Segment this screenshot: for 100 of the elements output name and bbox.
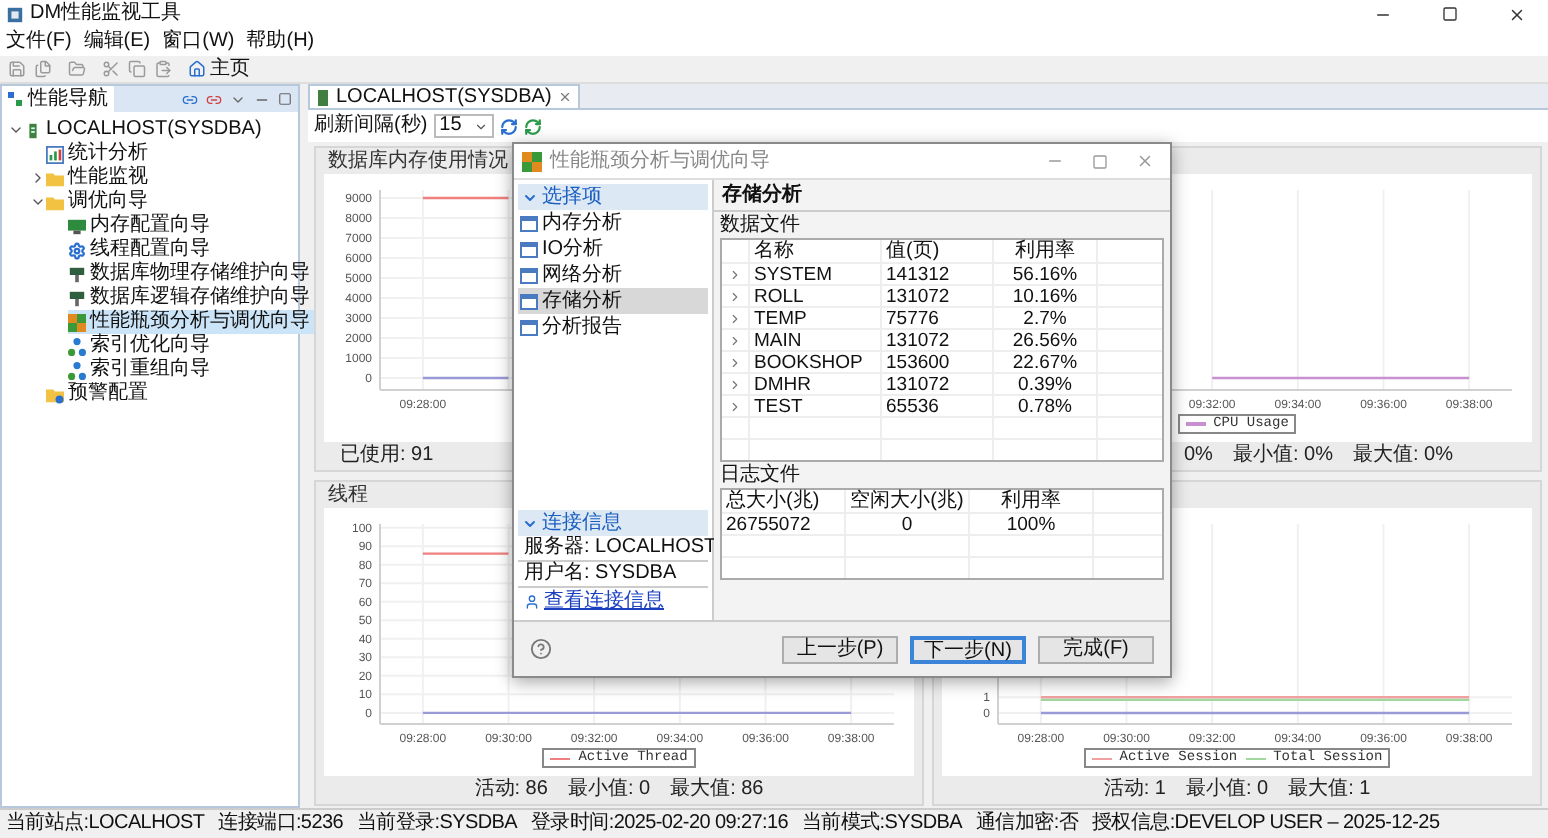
- status-text: 登录时间:2025-02-20 09:27:16: [531, 812, 788, 836]
- maximize-icon[interactable]: [278, 92, 292, 106]
- tree-item[interactable]: LOCALHOST(SYSDBA): [24, 118, 266, 142]
- expand-icon[interactable]: [728, 290, 742, 304]
- expand-icon[interactable]: [728, 334, 742, 348]
- tree-item[interactable]: 预警配置: [46, 382, 152, 406]
- app-icon: [6, 5, 24, 23]
- menu-item[interactable]: 窗口(W): [162, 30, 235, 54]
- column-header: 名称: [754, 240, 794, 262]
- help-icon[interactable]: [530, 638, 552, 660]
- wizard-button[interactable]: 完成(F): [1038, 635, 1154, 663]
- folder-icon[interactable]: [68, 60, 86, 78]
- auto-refresh-icon[interactable]: [523, 117, 542, 135]
- menu-item[interactable]: 编辑(E): [83, 30, 151, 54]
- interval-select[interactable]: 15: [433, 114, 494, 138]
- wizard-button[interactable]: 下一步(N): [910, 635, 1026, 663]
- data-line: [422, 552, 509, 555]
- tree-item[interactable]: 索引重组向导: [68, 358, 214, 382]
- page-icon: [520, 319, 538, 335]
- status-text: 当前模式:SYSDBA: [801, 812, 963, 836]
- caret-icon[interactable]: [522, 515, 538, 531]
- table-cell: MAIN: [754, 330, 802, 352]
- tree-item[interactable]: 性能监视: [46, 166, 152, 190]
- tree-view-icon: [8, 91, 24, 107]
- hierarchy-icon: [68, 337, 86, 355]
- caret-icon[interactable]: [29, 194, 45, 210]
- tree-item[interactable]: 性能瓶颈分析与调优向导: [68, 310, 314, 334]
- table-cell: 131072: [886, 286, 950, 308]
- expand-icon[interactable]: [728, 312, 742, 326]
- column-header: 空闲大小(兆): [850, 490, 964, 512]
- monitor-icon: [68, 217, 86, 235]
- table-cell: 26.56%: [1012, 330, 1078, 352]
- maximize-icon[interactable]: [1442, 6, 1458, 22]
- group-label: 数据文件: [720, 213, 800, 237]
- view-tab[interactable]: 性能导航: [2, 86, 114, 112]
- section-title: 选择项: [542, 185, 602, 209]
- refresh-icon[interactable]: [499, 117, 518, 135]
- wizard-step[interactable]: IO分析: [518, 236, 708, 262]
- table-cell: 75776: [886, 308, 939, 330]
- scissors-icon[interactable]: [102, 60, 120, 78]
- refresh-label: 刷新间隔(秒): [314, 114, 428, 138]
- table-cell: 141312: [886, 264, 950, 286]
- expand-icon[interactable]: [728, 268, 742, 282]
- table-cell: 56.16%: [1012, 264, 1078, 286]
- stat-text: 活动: 1: [1103, 778, 1166, 802]
- unlink-icon[interactable]: [206, 91, 222, 107]
- table-cell: SYSTEM: [754, 264, 833, 286]
- tree-item[interactable]: 内存配置向导: [68, 214, 214, 238]
- expand-icon[interactable]: [728, 378, 742, 392]
- tree-item[interactable]: 数据库物理存储维护向导: [68, 262, 314, 286]
- copy-icon[interactable]: [128, 60, 146, 78]
- hierarchy-icon: [68, 361, 86, 379]
- table-cell: 131072: [886, 330, 950, 352]
- wizard-button[interactable]: 上一步(P): [782, 635, 898, 663]
- files-icon[interactable]: [34, 60, 52, 78]
- save-icon[interactable]: [8, 60, 26, 78]
- stat-text: 0%: [1184, 444, 1213, 468]
- tree-item[interactable]: 线程配置向导: [68, 238, 214, 262]
- connection-link[interactable]: 查看连接信息: [544, 590, 664, 614]
- tree-item[interactable]: 索引优化向导: [68, 334, 214, 358]
- wizard-step[interactable]: 分析报告: [518, 314, 708, 340]
- table-cell: 10.16%: [1012, 286, 1078, 308]
- status-text: 连接端口:5236: [218, 812, 343, 836]
- group-label: 日志文件: [720, 463, 800, 487]
- wizard-step[interactable]: 存储分析: [518, 288, 708, 314]
- stat-text: 最小值: 0: [1185, 778, 1269, 802]
- link-icon[interactable]: [182, 91, 198, 107]
- column-header: 值(页): [886, 240, 940, 262]
- editor-tab[interactable]: LOCALHOST(SYSDBA): [308, 84, 580, 108]
- expand-icon[interactable]: [728, 400, 742, 414]
- table-cell: 0.39%: [1018, 374, 1072, 396]
- person-icon: [524, 594, 540, 610]
- tree-item[interactable]: 调优向导: [46, 190, 152, 214]
- table-cell: 0.78%: [1018, 396, 1072, 418]
- paste-icon[interactable]: [154, 60, 172, 78]
- table-cell: 100%: [1006, 514, 1056, 536]
- caret-icon[interactable]: [522, 189, 538, 205]
- tree-item[interactable]: 数据库逻辑存储维护向导: [68, 286, 314, 310]
- home-icon: [188, 60, 206, 78]
- page-icon: [520, 215, 538, 231]
- table-cell: 0: [901, 514, 913, 536]
- menu-item[interactable]: 文件(F): [6, 30, 72, 54]
- table-cell: 2.7%: [1023, 308, 1067, 330]
- panel-title: 数据库内存使用情况: [328, 149, 508, 173]
- wizard-step[interactable]: 内存分析: [518, 210, 708, 236]
- close-icon[interactable]: [1508, 5, 1526, 23]
- table-cell: ROLL: [754, 286, 804, 308]
- column-header: 利用率: [1015, 240, 1075, 262]
- expand-icon[interactable]: [728, 356, 742, 370]
- wizard-step[interactable]: 网络分析: [518, 262, 708, 288]
- page-icon: [520, 241, 538, 257]
- folder-badge-icon: [46, 385, 64, 403]
- table-cell: TEMP: [754, 308, 807, 330]
- table-cell: 65536: [886, 396, 939, 418]
- page-heading: 存储分析: [722, 183, 802, 207]
- home-button[interactable]: 主页: [188, 57, 250, 81]
- menu-item[interactable]: 帮助(H): [246, 30, 315, 54]
- caret-icon[interactable]: [7, 122, 23, 138]
- tree-item[interactable]: 统计分析: [46, 142, 152, 166]
- page-icon: [520, 267, 538, 283]
